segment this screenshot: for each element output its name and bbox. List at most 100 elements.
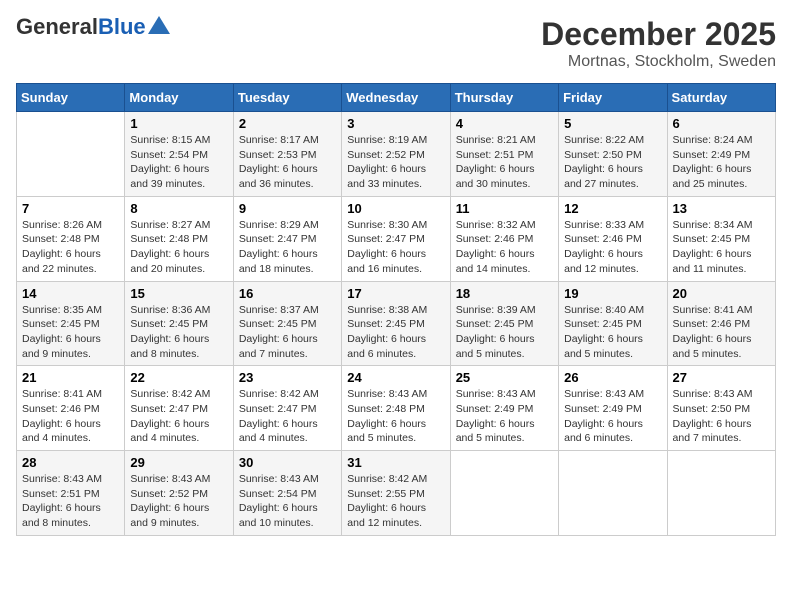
day-number: 18	[456, 286, 553, 301]
cell-content: Sunrise: 8:38 AMSunset: 2:45 PMDaylight:…	[347, 303, 444, 362]
day-number: 4	[456, 116, 553, 131]
header-row: SundayMondayTuesdayWednesdayThursdayFrid…	[17, 84, 776, 112]
calendar-cell: 10Sunrise: 8:30 AMSunset: 2:47 PMDayligh…	[342, 196, 450, 281]
cell-content: Sunrise: 8:26 AMSunset: 2:48 PMDaylight:…	[22, 218, 119, 277]
calendar-week-2: 7 Sunrise: 8:26 AMSunset: 2:48 PMDaylight…	[17, 196, 776, 281]
cell-content: Sunrise: 8:27 AMSunset: 2:48 PMDaylight:…	[130, 218, 227, 277]
day-number: 15	[130, 286, 227, 301]
calendar-cell: 23Sunrise: 8:42 AMSunset: 2:47 PMDayligh…	[233, 366, 341, 451]
cell-content: Sunrise: 8:29 AMSunset: 2:47 PMDaylight:…	[239, 218, 336, 277]
cell-content: Sunrise: 8:21 AMSunset: 2:51 PMDaylight:…	[456, 133, 553, 192]
calendar-cell: 22 Sunrise: 8:42 AMSunset: 2:47 PMDayligh…	[125, 366, 233, 451]
calendar-cell: 13 Sunrise: 8:34 AMSunset: 2:45 PMDayligh…	[667, 196, 775, 281]
calendar-cell: 31Sunrise: 8:42 AMSunset: 2:55 PMDayligh…	[342, 451, 450, 536]
calendar-week-3: 14 Sunrise: 8:35 AMSunset: 2:45 PMDayligh…	[17, 281, 776, 366]
cell-content: Sunrise: 8:40 AMSunset: 2:45 PMDaylight:…	[564, 303, 661, 362]
calendar-header: SundayMondayTuesdayWednesdayThursdayFrid…	[17, 84, 776, 112]
day-number: 8	[130, 201, 227, 216]
logo-text: GeneralBlue	[16, 16, 146, 38]
cell-content: Sunrise: 8:42 AMSunset: 2:47 PMDaylight:…	[130, 387, 227, 446]
header-cell-tuesday: Tuesday	[233, 84, 341, 112]
calendar-cell: 2Sunrise: 8:17 AMSunset: 2:53 PMDaylight…	[233, 112, 341, 197]
cell-content: Sunrise: 8:36 AMSunset: 2:45 PMDaylight:…	[130, 303, 227, 362]
day-number: 20	[673, 286, 770, 301]
header-cell-sunday: Sunday	[17, 84, 125, 112]
calendar-cell	[667, 451, 775, 536]
day-number: 17	[347, 286, 444, 301]
calendar-cell: 29Sunrise: 8:43 AMSunset: 2:52 PMDayligh…	[125, 451, 233, 536]
logo-general: General	[16, 14, 98, 39]
header-cell-wednesday: Wednesday	[342, 84, 450, 112]
header-cell-thursday: Thursday	[450, 84, 558, 112]
day-number: 14	[22, 286, 119, 301]
calendar-week-1: 1 Sunrise: 8:15 AMSunset: 2:54 PMDaylight…	[17, 112, 776, 197]
calendar-table: SundayMondayTuesdayWednesdayThursdayFrid…	[16, 83, 776, 536]
calendar-cell: 19 Sunrise: 8:40 AMSunset: 2:45 PMDayligh…	[559, 281, 667, 366]
calendar-cell: 7 Sunrise: 8:26 AMSunset: 2:48 PMDaylight…	[17, 196, 125, 281]
day-number: 31	[347, 455, 444, 470]
cell-content: Sunrise: 8:39 AMSunset: 2:45 PMDaylight:…	[456, 303, 553, 362]
location: Mortnas, Stockholm, Sweden	[541, 53, 776, 71]
cell-content: Sunrise: 8:34 AMSunset: 2:45 PMDaylight:…	[673, 218, 770, 277]
page-header: GeneralBlue December 2025 Mortnas, Stock…	[16, 16, 776, 71]
cell-content: Sunrise: 8:19 AMSunset: 2:52 PMDaylight:…	[347, 133, 444, 192]
calendar-cell	[450, 451, 558, 536]
calendar-cell: 17 Sunrise: 8:38 AMSunset: 2:45 PMDayligh…	[342, 281, 450, 366]
day-number: 19	[564, 286, 661, 301]
calendar-body: 1 Sunrise: 8:15 AMSunset: 2:54 PMDaylight…	[17, 112, 776, 536]
logo-blue: Blue	[98, 14, 146, 39]
cell-content: Sunrise: 8:43 AMSunset: 2:54 PMDaylight:…	[239, 472, 336, 531]
day-number: 6	[673, 116, 770, 131]
logo-icon	[148, 16, 170, 34]
day-number: 30	[239, 455, 336, 470]
calendar-cell	[559, 451, 667, 536]
cell-content: Sunrise: 8:15 AMSunset: 2:54 PMDaylight:…	[130, 133, 227, 192]
month-title: December 2025	[541, 16, 776, 53]
day-number: 12	[564, 201, 661, 216]
day-number: 7	[22, 201, 119, 216]
cell-content: Sunrise: 8:43 AMSunset: 2:49 PMDaylight:…	[564, 387, 661, 446]
cell-content: Sunrise: 8:24 AMSunset: 2:49 PMDaylight:…	[673, 133, 770, 192]
day-number: 3	[347, 116, 444, 131]
cell-content: Sunrise: 8:17 AMSunset: 2:53 PMDaylight:…	[239, 133, 336, 192]
day-number: 21	[22, 370, 119, 385]
logo: GeneralBlue	[16, 16, 170, 38]
calendar-week-4: 21 Sunrise: 8:41 AMSunset: 2:46 PMDayligh…	[17, 366, 776, 451]
day-number: 29	[130, 455, 227, 470]
header-cell-friday: Friday	[559, 84, 667, 112]
calendar-cell: 26 Sunrise: 8:43 AMSunset: 2:49 PMDayligh…	[559, 366, 667, 451]
cell-content: Sunrise: 8:41 AMSunset: 2:46 PMDaylight:…	[22, 387, 119, 446]
day-number: 22	[130, 370, 227, 385]
day-number: 25	[456, 370, 553, 385]
calendar-cell: 11Sunrise: 8:32 AMSunset: 2:46 PMDayligh…	[450, 196, 558, 281]
calendar-cell: 1 Sunrise: 8:15 AMSunset: 2:54 PMDaylight…	[125, 112, 233, 197]
calendar-cell: 3 Sunrise: 8:19 AMSunset: 2:52 PMDaylight…	[342, 112, 450, 197]
calendar-cell: 18 Sunrise: 8:39 AMSunset: 2:45 PMDayligh…	[450, 281, 558, 366]
cell-content: Sunrise: 8:32 AMSunset: 2:46 PMDaylight:…	[456, 218, 553, 277]
day-number: 26	[564, 370, 661, 385]
calendar-cell: 24 Sunrise: 8:43 AMSunset: 2:48 PMDayligh…	[342, 366, 450, 451]
calendar-cell: 12Sunrise: 8:33 AMSunset: 2:46 PMDayligh…	[559, 196, 667, 281]
calendar-cell: 5Sunrise: 8:22 AMSunset: 2:50 PMDaylight…	[559, 112, 667, 197]
day-number: 23	[239, 370, 336, 385]
day-number: 13	[673, 201, 770, 216]
day-number: 1	[130, 116, 227, 131]
calendar-cell: 16Sunrise: 8:37 AMSunset: 2:45 PMDayligh…	[233, 281, 341, 366]
calendar-week-5: 28Sunrise: 8:43 AMSunset: 2:51 PMDayligh…	[17, 451, 776, 536]
header-cell-saturday: Saturday	[667, 84, 775, 112]
calendar-cell: 30 Sunrise: 8:43 AMSunset: 2:54 PMDayligh…	[233, 451, 341, 536]
day-number: 9	[239, 201, 336, 216]
header-cell-monday: Monday	[125, 84, 233, 112]
cell-content: Sunrise: 8:22 AMSunset: 2:50 PMDaylight:…	[564, 133, 661, 192]
cell-content: Sunrise: 8:43 AMSunset: 2:48 PMDaylight:…	[347, 387, 444, 446]
calendar-cell: 21 Sunrise: 8:41 AMSunset: 2:46 PMDayligh…	[17, 366, 125, 451]
calendar-cell: 9 Sunrise: 8:29 AMSunset: 2:47 PMDaylight…	[233, 196, 341, 281]
calendar-cell: 14 Sunrise: 8:35 AMSunset: 2:45 PMDayligh…	[17, 281, 125, 366]
day-number: 10	[347, 201, 444, 216]
cell-content: Sunrise: 8:41 AMSunset: 2:46 PMDaylight:…	[673, 303, 770, 362]
calendar-cell	[17, 112, 125, 197]
day-number: 24	[347, 370, 444, 385]
calendar-cell: 28Sunrise: 8:43 AMSunset: 2:51 PMDayligh…	[17, 451, 125, 536]
cell-content: Sunrise: 8:35 AMSunset: 2:45 PMDaylight:…	[22, 303, 119, 362]
calendar-cell: 8 Sunrise: 8:27 AMSunset: 2:48 PMDaylight…	[125, 196, 233, 281]
